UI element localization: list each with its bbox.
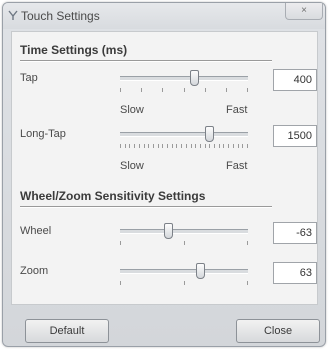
default-button[interactable]: Default xyxy=(25,319,109,343)
slider-tick xyxy=(223,144,225,148)
slider-tick xyxy=(214,144,216,148)
slider-tick xyxy=(247,281,248,285)
title-bar[interactable]: Touch Settings × xyxy=(3,3,325,29)
zoom-value-field[interactable]: 63 xyxy=(273,262,317,284)
slider-tick xyxy=(183,241,185,245)
touch-settings-window: Touch Settings × Time Settings (ms) Tap … xyxy=(2,2,326,347)
long-tap-slider-thumb[interactable] xyxy=(205,126,215,142)
long-tap-label: Long-Tap xyxy=(20,128,66,140)
long-tap-fast-label: Fast xyxy=(226,160,248,172)
time-settings-divider xyxy=(20,60,272,61)
slider-tick xyxy=(148,144,150,148)
long-tap-value-field[interactable]: 1500 xyxy=(273,125,317,147)
slider-tick xyxy=(199,144,201,148)
window-title: Touch Settings xyxy=(21,9,100,23)
slider-tick xyxy=(247,88,248,92)
slider-tick xyxy=(181,144,183,148)
slider-tick xyxy=(190,144,192,148)
zoom-slider-thumb[interactable] xyxy=(196,263,206,279)
slider-tick xyxy=(204,144,206,148)
slider-tick xyxy=(209,144,211,148)
tap-slider-ticks xyxy=(120,88,248,92)
slider-tick xyxy=(157,144,159,148)
tap-label: Tap xyxy=(20,72,38,84)
zoom-slider-ticks xyxy=(120,281,248,285)
slider-tick xyxy=(124,144,126,148)
slider-tick xyxy=(138,144,140,148)
touch-icon xyxy=(8,10,18,20)
close-button[interactable]: Close xyxy=(236,319,320,343)
zoom-slider-track[interactable] xyxy=(120,269,248,274)
slider-tick xyxy=(232,144,234,148)
slider-tick xyxy=(237,144,239,148)
slider-tick xyxy=(120,144,121,148)
close-icon: × xyxy=(301,5,307,16)
tap-slider-thumb[interactable] xyxy=(189,70,199,86)
long-tap-slider-ticks xyxy=(120,144,248,148)
slider-tick xyxy=(141,88,143,92)
slider-tick xyxy=(120,281,121,285)
tap-slider-track[interactable] xyxy=(120,76,248,81)
slider-tick xyxy=(167,144,169,148)
settings-panel: Time Settings (ms) Tap Slow Fast 400 Lon… xyxy=(11,31,318,305)
window-close-button[interactable]: × xyxy=(285,3,323,20)
slider-tick xyxy=(183,281,185,285)
wheel-slider-track[interactable] xyxy=(120,229,248,234)
tap-value-field[interactable]: 400 xyxy=(273,69,317,91)
slider-tick xyxy=(218,144,220,148)
slider-tick xyxy=(171,144,173,148)
slider-tick xyxy=(225,88,227,92)
slider-tick xyxy=(195,144,197,148)
wheel-zoom-title: Wheel/Zoom Sensitivity Settings xyxy=(20,189,206,203)
slider-tick xyxy=(120,241,121,245)
tap-slow-label: Slow xyxy=(120,104,144,116)
wheel-slider-thumb[interactable] xyxy=(164,223,174,239)
slider-tick xyxy=(176,144,178,148)
slider-tick xyxy=(247,144,248,148)
slider-tick xyxy=(152,144,154,148)
slider-tick xyxy=(120,88,121,92)
time-settings-title: Time Settings (ms) xyxy=(20,43,128,57)
slider-tick xyxy=(183,88,185,92)
wheel-zoom-divider xyxy=(20,206,272,207)
slider-tick xyxy=(143,144,145,148)
wheel-slider-ticks xyxy=(120,241,248,245)
slider-tick xyxy=(247,241,248,245)
long-tap-slider-track[interactable] xyxy=(120,132,248,137)
slider-tick xyxy=(129,144,131,148)
slider-tick xyxy=(185,144,187,148)
wheel-label: Wheel xyxy=(20,225,52,237)
slider-tick xyxy=(162,88,164,92)
slider-tick xyxy=(134,144,136,148)
wheel-value-field[interactable]: -63 xyxy=(273,222,317,244)
long-tap-slow-label: Slow xyxy=(120,160,144,172)
slider-tick xyxy=(242,144,244,148)
slider-tick xyxy=(228,144,230,148)
tap-fast-label: Fast xyxy=(226,104,248,116)
slider-tick xyxy=(204,88,206,92)
slider-tick xyxy=(162,144,164,148)
zoom-label: Zoom xyxy=(20,265,49,277)
